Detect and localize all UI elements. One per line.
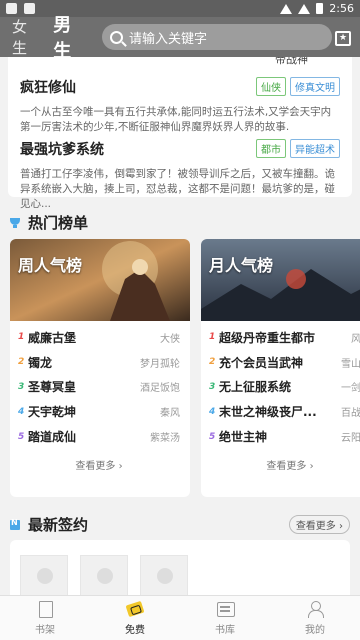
- placeholder-icon: [37, 568, 53, 584]
- see-more-link[interactable]: 查看更多 ›: [18, 457, 180, 472]
- bottom-nav: 书架 免费 书库 我的: [0, 595, 360, 640]
- tab-female[interactable]: 女生: [12, 16, 39, 58]
- rank-row[interactable]: 5 绝世主神 云阳涛: [209, 424, 360, 449]
- latest-signed-card: [10, 540, 350, 595]
- genre-tag[interactable]: 都市: [256, 139, 286, 158]
- book-item[interactable]: 最强坑爹系统 都市 异能超术 普通打工仔李凌伟，倒霉到家了！被领导训斥之后，又被…: [20, 139, 340, 212]
- top-bar: 女生 男生 请输入关键字 ★: [0, 15, 360, 68]
- wifi-icon: [280, 3, 293, 14]
- bookshelf-button[interactable]: ★: [332, 26, 352, 48]
- rank-row[interactable]: 1 超级丹帝重生都市 风卞: [209, 325, 360, 350]
- rank-row[interactable]: 3 圣尊冥皇 酒足饭饱: [18, 375, 180, 400]
- book-cover-placeholder[interactable]: [20, 555, 68, 595]
- rank-board-monthly: 月人气榜 1 超级丹帝重生都市 风卞 2 充个会员当武神 雪山白 3 无上征服系…: [201, 239, 360, 497]
- recommend-card: 帝战神 疯狂修仙 仙侠 修真文明 一个从古至今唯一具有五行共承体,能同时运五行法…: [8, 57, 352, 210]
- star-icon: ★: [339, 33, 348, 43]
- rank-row[interactable]: 3 无上征服系统 一剑长: [209, 375, 360, 400]
- see-more-link[interactable]: 查看更多 ›: [209, 457, 360, 472]
- rank-row[interactable]: 4 天宇乾坤 秦风: [18, 399, 180, 424]
- placeholder-icon: [97, 568, 113, 584]
- latest-signed-header: 最新签约 查看更多 ›: [10, 514, 350, 535]
- book-description: 普通打工仔李凌伟，倒霉到家了！被领导训斥之后，又被车撞翻。诡异系统嵌入大脑，揍上…: [20, 168, 335, 210]
- hot-ranks-header: 热门榜单: [10, 212, 350, 233]
- section-title: 热门榜单: [28, 214, 89, 232]
- news-icon: [10, 518, 20, 530]
- search-placeholder: 请输入关键字: [129, 31, 208, 47]
- search-input[interactable]: 请输入关键字: [102, 24, 332, 50]
- nav-library[interactable]: 书库: [180, 596, 270, 640]
- rank-board-weekly: 周人气榜 1 威廉古堡 大侠 2 镯龙 梦月孤轮 3 圣尊冥皇 酒足饭饱 4 天…: [10, 239, 190, 497]
- signal-icon: [298, 3, 311, 14]
- library-icon: [216, 600, 235, 618]
- book-cover-placeholder[interactable]: [140, 555, 188, 595]
- rank-name: 月人气榜: [209, 256, 274, 275]
- ticket-icon: [126, 600, 144, 618]
- notification-icon: [6, 3, 17, 14]
- notification-icon: [24, 3, 35, 14]
- book-description: 一个从古至今唯一具有五行共承体,能同时运五行法术,又学会天宇内第一厉害法术的少年…: [20, 106, 332, 133]
- rank-row[interactable]: 2 镯龙 梦月孤轮: [18, 350, 180, 375]
- user-icon: [306, 600, 324, 618]
- nav-free[interactable]: 免费: [90, 596, 180, 640]
- section-title: 最新签约: [28, 516, 89, 534]
- book-cover-placeholder[interactable]: [80, 555, 128, 595]
- main-content[interactable]: 帝战神 疯狂修仙 仙侠 修真文明 一个从古至今唯一具有五行共承体,能同时运五行法…: [0, 57, 360, 595]
- genre-tag[interactable]: 仙侠: [256, 77, 286, 96]
- genre-tag[interactable]: 修真文明: [290, 77, 340, 96]
- placeholder-icon: [157, 568, 173, 584]
- nav-profile[interactable]: 我的: [270, 596, 360, 640]
- see-more-button[interactable]: 查看更多 ›: [288, 515, 350, 534]
- book-item[interactable]: 疯狂修仙 仙侠 修真文明 一个从古至今唯一具有五行共承体,能同时运五行法术,又学…: [20, 77, 340, 135]
- rank-row[interactable]: 4 末世之神级丧尸... 百战穿: [209, 399, 360, 424]
- tab-male[interactable]: 男生: [53, 11, 86, 68]
- clock: 2:56: [329, 2, 354, 15]
- rank-banner[interactable]: 周人气榜: [10, 239, 190, 321]
- rank-row[interactable]: 2 充个会员当武神 雪山白: [209, 350, 360, 375]
- bookshelf-icon: [36, 600, 54, 618]
- rank-name: 周人气榜: [18, 256, 83, 275]
- author-tag: 帝战神: [275, 57, 308, 66]
- genre-tag[interactable]: 异能超术: [290, 139, 340, 158]
- rank-banner[interactable]: 月人气榜: [201, 239, 360, 321]
- trophy-icon: [10, 217, 20, 228]
- rank-row[interactable]: 1 威廉古堡 大侠: [18, 325, 180, 350]
- search-icon: [110, 30, 123, 44]
- battery-icon: [316, 3, 324, 14]
- nav-bookshelf[interactable]: 书架: [0, 596, 90, 640]
- rank-row[interactable]: 5 踏道成仙 紫菜汤: [18, 424, 180, 449]
